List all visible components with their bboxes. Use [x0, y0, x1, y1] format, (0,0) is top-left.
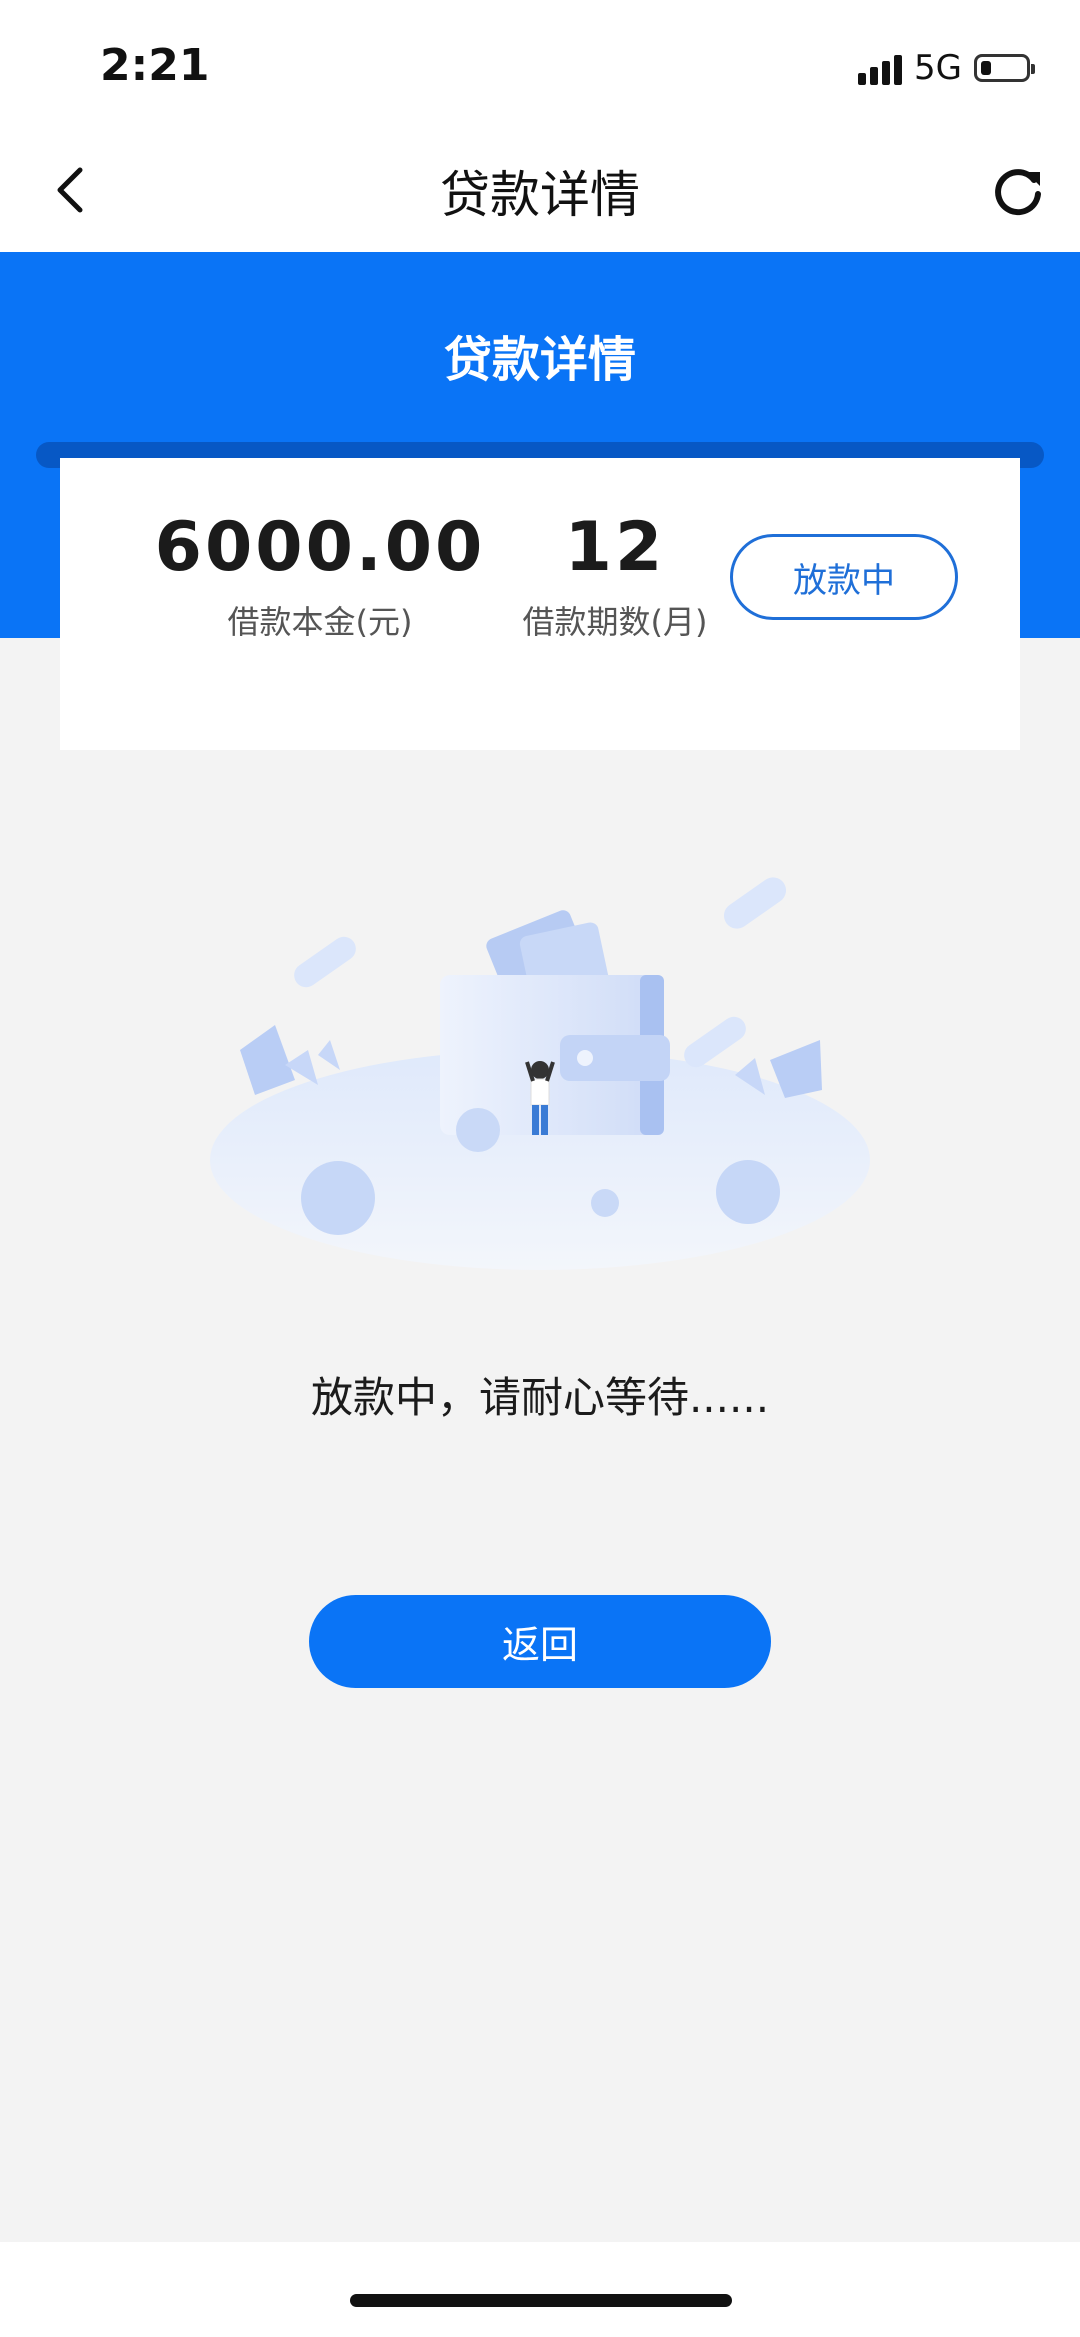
refresh-icon — [995, 169, 1041, 216]
card-zigzag-edge — [60, 728, 1020, 750]
loan-term-label: 借款期数(月) — [522, 603, 708, 641]
wallet-illustration — [210, 877, 870, 1270]
status-bar: 2:21 5G — [0, 0, 1080, 130]
bottom-bar — [0, 2242, 1080, 2337]
loan-term-value: 12 — [564, 508, 666, 587]
status-icons: 5G — [858, 48, 1035, 88]
return-button[interactable]: 返回 — [309, 1595, 771, 1688]
battery-icon — [974, 54, 1035, 82]
signal-icon — [858, 51, 903, 85]
loan-term: 12 借款期数(月) — [455, 508, 775, 643]
status-badge: 放款中 — [730, 534, 958, 620]
page-title: 贷款详情 — [440, 166, 640, 224]
waiting-message: 放款中，请耐心等待...... — [310, 1373, 770, 1422]
nav-bar: 贷款详情 — [0, 130, 1080, 252]
status-time: 2:21 — [100, 40, 210, 91]
loan-summary-card: 6000.00 借款本金(元) 12 借款期数(月) 放款中 — [60, 458, 1020, 750]
header-title: 贷款详情 — [443, 332, 636, 388]
network-label: 5G — [914, 48, 962, 88]
refresh-button[interactable] — [986, 160, 1050, 224]
home-indicator[interactable] — [350, 2294, 732, 2307]
